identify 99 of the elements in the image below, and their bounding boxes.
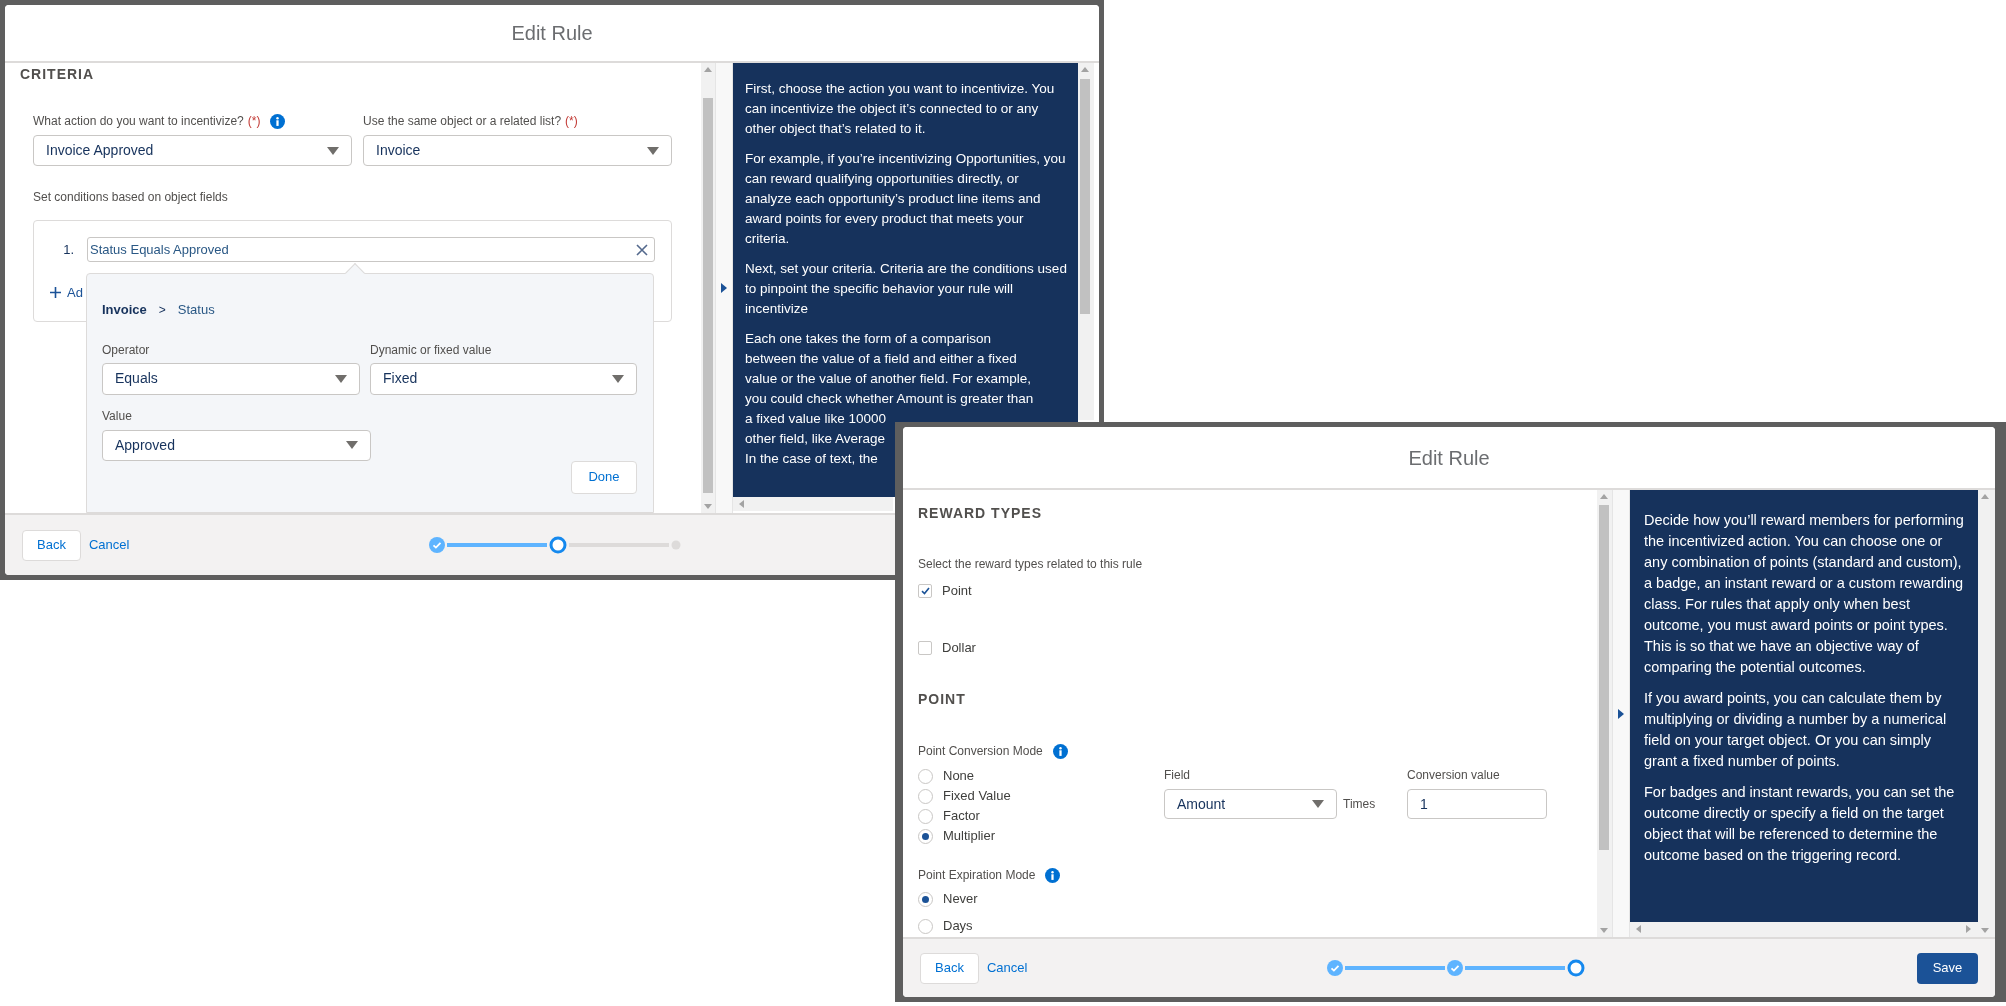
help-text: Each one takes the form of a comparison: [745, 330, 992, 348]
scroll-left-arrow-icon[interactable]: [739, 500, 744, 508]
help-text: other field, like Average: [745, 430, 886, 448]
scrollbar[interactable]: [1978, 490, 1995, 937]
radio-label: Never: [943, 890, 978, 909]
scroll-up-arrow-icon[interactable]: [1981, 494, 1989, 499]
input-field[interactable]: 1: [1407, 789, 1547, 819]
checkbox[interactable]: [918, 641, 932, 655]
field-label: Conversion value: [1407, 767, 1500, 782]
breadcrumb-item: Invoice: [102, 301, 147, 319]
required-mark: (*): [565, 113, 578, 130]
field-label: Point Expiration Mode: [918, 867, 1036, 884]
current-step-icon: [549, 536, 567, 554]
section-heading: REWARD TYPES: [918, 504, 1042, 523]
back-button[interactable]: Back: [920, 952, 979, 984]
scrollbar[interactable]: [1078, 63, 1094, 420]
scrollbar[interactable]: [701, 63, 715, 513]
scroll-up-arrow-icon[interactable]: [1600, 494, 1608, 499]
radio-label: Factor: [943, 807, 980, 826]
dropdown[interactable]: Approved: [102, 429, 371, 461]
dialog-title: Edit Rule: [511, 21, 593, 46]
scroll-right-arrow-icon[interactable]: [1966, 925, 1971, 933]
dropdown[interactable]: Fixed: [370, 362, 637, 395]
field-label: Value: [102, 407, 132, 423]
checkbox[interactable]: [918, 584, 932, 598]
radio-label: None: [943, 767, 975, 786]
radio-label: Fixed Value: [943, 787, 1011, 806]
help-text: between the value of a field and either a fixed: [745, 350, 1017, 368]
radio-button[interactable]: [918, 918, 933, 934]
cancel-link[interactable]: Cancel: [88, 535, 130, 555]
caret-icon: [327, 146, 339, 155]
scroll-down-arrow-icon[interactable]: [1600, 928, 1608, 933]
add-condition-link[interactable]: Ad: [67, 283, 83, 303]
radio-label: Multiplier: [943, 827, 995, 846]
cancel-link[interactable]: Cancel: [986, 958, 1028, 978]
conditions-label: Set conditions based on object fields: [33, 189, 228, 206]
upcoming-step-icon: [671, 540, 681, 550]
done-button[interactable]: Done: [571, 460, 637, 494]
help-text: you could check whether Amount is greater than: [745, 390, 1034, 408]
right-triangle-icon: [1618, 708, 1624, 719]
radio-button[interactable]: [918, 788, 933, 804]
dropdown[interactable]: Amount: [1164, 789, 1337, 819]
close-icon: [636, 243, 648, 256]
field-label: Dynamic or fixed value: [370, 341, 492, 357]
completed-step-icon: [1447, 960, 1463, 976]
scroll-up-arrow-icon[interactable]: [704, 67, 712, 72]
help-text: value or the value of another field. For example,: [745, 370, 1031, 388]
scroll-down-arrow-icon[interactable]: [1981, 928, 1989, 933]
back-button[interactable]: Back: [22, 529, 81, 561]
caret-icon: [335, 374, 347, 383]
checkbox-label: Dollar: [942, 639, 976, 658]
help-text: If you award points, you can calculate them by multiplying or dividing a number by a numerical field on your target object. Or you can simply grant a fixed number of points.: [1644, 689, 1948, 771]
radio-button[interactable]: [918, 768, 933, 784]
help-text: Decide how you’ll reward members for performing the incentivized action. You can choose one or any combination of points (standard and custom), a badge, an instant reward or a custom rewarding class. For rules that apply only when best outcome, you must award points or point types. This is so that we have an objective way of comparing the potential outcomes.: [1644, 511, 1965, 677]
required-mark: (*): [247, 113, 261, 130]
help-text: First, choose the action you want to incentivize. You can incentivize the object it’s connected to or any other object that’s related to it.: [745, 80, 1056, 138]
times-label: Times: [1343, 796, 1376, 813]
current-step-icon: [1567, 959, 1585, 977]
help-text: In the case of text, the: [745, 450, 878, 468]
help-text: For example, if you’re incentivizing Opportunities, you can reward qualifying opportunities directly, or analyze each opportunity’s product line items and award points for every product that meets your criteria.: [745, 150, 1067, 248]
condition-field[interactable]: Status Equals Approved: [87, 237, 655, 262]
scroll-down-arrow-icon[interactable]: [704, 504, 712, 509]
dropdown[interactable]: Equals: [102, 362, 360, 395]
section-heading: POINT: [918, 690, 966, 709]
caret-icon: [346, 441, 358, 449]
field-label: Use the same object or a related list?: [363, 113, 562, 130]
scroll-left-arrow-icon[interactable]: [1636, 925, 1641, 933]
completed-step-icon: [1327, 960, 1343, 976]
completed-step-icon: [429, 537, 445, 553]
dialog-title: Edit Rule: [1408, 445, 1490, 471]
scrollbar[interactable]: [733, 497, 893, 511]
breadcrumb-separator: >: [158, 301, 166, 319]
scrollbar[interactable]: [1597, 490, 1612, 937]
breadcrumb-item: Status: [177, 301, 215, 319]
caret-icon: [612, 374, 624, 383]
caret-icon: [1312, 800, 1324, 808]
checkbox-label: Point: [942, 582, 972, 601]
scroll-up-arrow-icon[interactable]: [1081, 67, 1089, 72]
plus-icon: [50, 287, 61, 299]
scrollbar[interactable]: [1630, 922, 1978, 937]
radio-label: Days: [943, 917, 973, 936]
help-text: Next, set your criteria. Criteria are the conditions used to pinpoint the specific behavior your rule will incentivize: [745, 260, 1068, 318]
field-label: Operator: [102, 341, 150, 357]
radio-button[interactable]: [918, 808, 933, 824]
prompt-text: Select the reward types related to this rule: [918, 556, 1143, 573]
save-button[interactable]: Save: [1917, 952, 1978, 984]
field-label: What action do you want to incentivize?: [33, 113, 244, 130]
help-text: For badges and instant rewards, you can set the outcome directly or specify a field on the target object that will be referenced to determine the outcome based on the triggering record.: [1644, 783, 1956, 865]
right-triangle-icon: [721, 283, 727, 293]
field-label: Field: [1164, 767, 1190, 782]
caret-icon: [647, 146, 659, 155]
radio-button[interactable]: [918, 891, 933, 907]
radio-button[interactable]: [918, 828, 933, 844]
dropdown[interactable]: Invoice Approved: [33, 135, 352, 166]
condition-number: 1.: [62, 240, 75, 259]
dropdown[interactable]: Invoice: [363, 135, 672, 166]
help-text: a fixed value like 10000: [745, 410, 887, 428]
section-heading: CRITERIA: [20, 65, 96, 84]
field-label: Point Conversion Mode: [918, 743, 1043, 760]
